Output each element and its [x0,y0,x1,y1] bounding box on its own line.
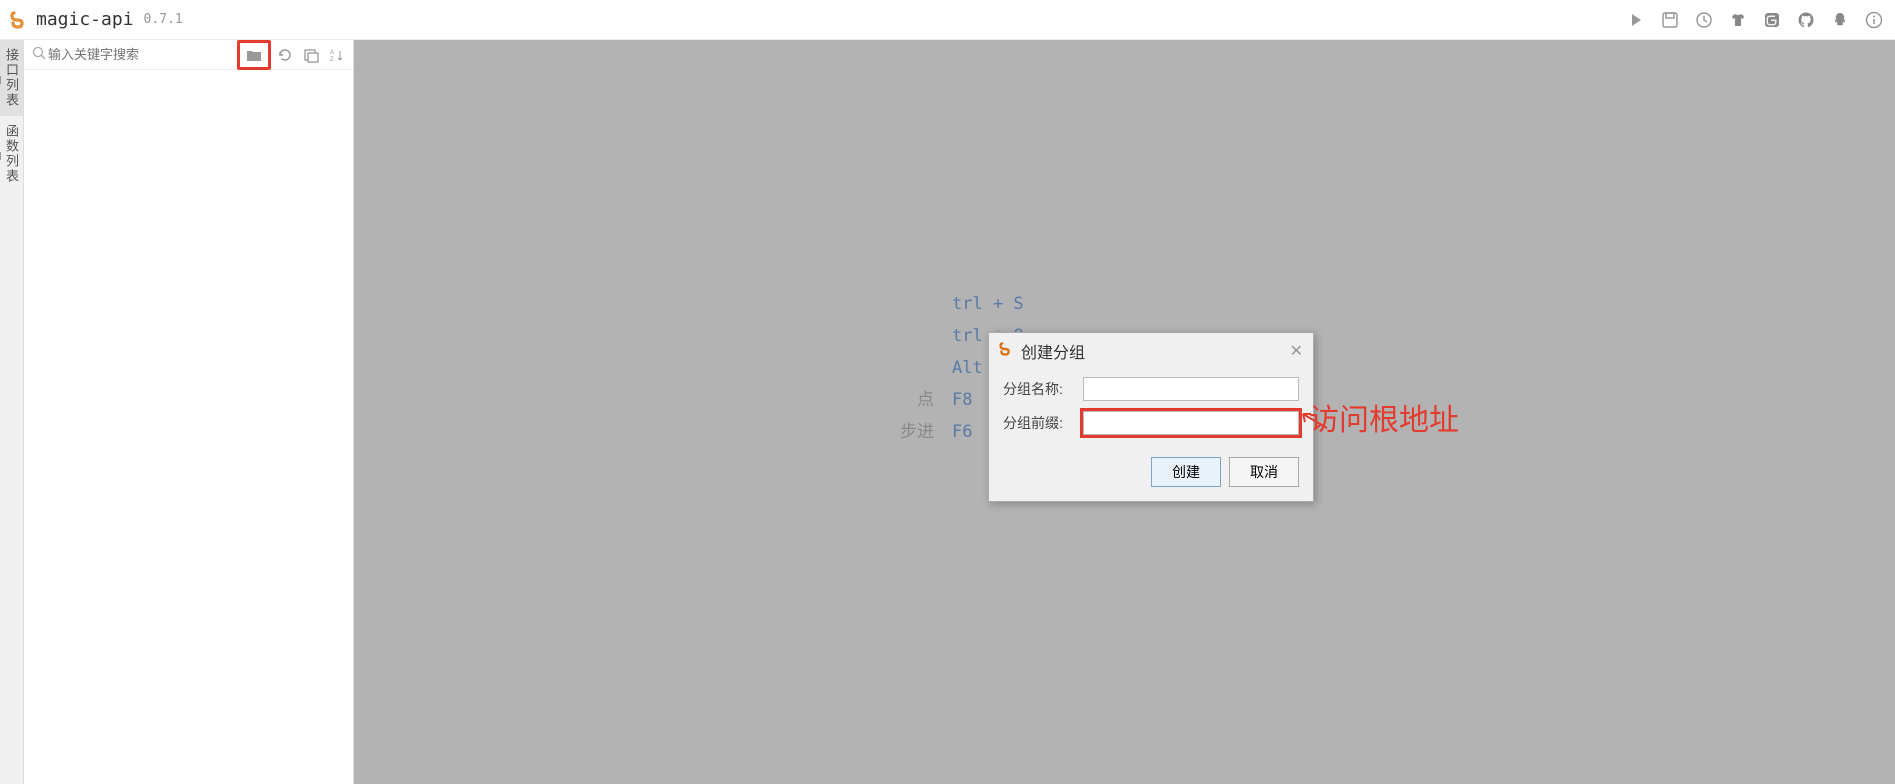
svg-text:Z: Z [330,57,334,62]
shortcut-row: trl + S [874,288,1024,320]
shortcut-key: F6 [952,416,972,448]
header-left: magic-api 0.7.1 [10,9,183,30]
dialog-titlebar: 创建分组 ✕ [989,333,1313,369]
dialog-title-left: 创建分组 [999,339,1085,363]
sidebar-tree [24,70,353,784]
group-name-input[interactable] [1083,377,1299,401]
dialog-actions: 创建 取消 [989,457,1313,501]
folder-icon [0,73,2,88]
left-vertical-tabs: 接口列表 函数列表 [0,40,24,784]
history-icon[interactable] [1693,9,1715,31]
app-version: 0.7.1 [144,12,183,27]
refresh-button[interactable] [273,43,297,67]
app-logo-icon [10,10,30,30]
folder-icon [0,149,2,164]
create-button[interactable]: 创建 [1151,457,1221,487]
github-icon[interactable] [1795,9,1817,31]
qq-icon[interactable] [1829,9,1851,31]
tab-function-list-label: 函数列表 [2,124,21,184]
tab-api-list[interactable]: 接口列表 [0,40,23,116]
search-wrap [28,46,235,63]
shirt-icon[interactable] [1727,9,1749,31]
shortcut-label [874,288,934,320]
create-group-dialog: 创建分组 ✕ 分组名称: 分组前缀: 创建 取消 [988,332,1314,502]
shortcut-label: 步进 [874,416,934,448]
shortcut-label: 点 [874,384,934,416]
sidebar-toolbar: AZ [24,40,353,70]
shortcut-label [874,352,934,384]
annotation-text: 访问根地址 [1309,395,1459,439]
app-title: magic-api [36,9,134,30]
svg-text:A: A [330,50,334,56]
cancel-button[interactable]: 取消 [1229,457,1299,487]
collapse-button[interactable] [299,43,323,67]
search-icon [32,46,46,63]
shortcut-label [874,320,934,352]
search-input[interactable] [48,47,231,62]
dialog-body: 分组名称: 分组前缀: [989,369,1313,457]
group-prefix-input[interactable] [1083,411,1299,435]
dialog-title-text: 创建分组 [1021,339,1085,363]
new-folder-button[interactable] [237,40,271,70]
dialog-logo-icon [999,341,1015,362]
group-name-label: 分组名称: [1003,379,1083,399]
app-header: magic-api 0.7.1 [0,0,1895,40]
dialog-close-button[interactable]: ✕ [1290,341,1303,361]
form-row-name: 分组名称: [1003,377,1299,401]
header-right [1625,9,1885,31]
shortcut-key: F8 [952,384,972,416]
group-prefix-label: 分组前缀: [1003,413,1083,433]
run-icon[interactable] [1625,9,1647,31]
tab-api-list-label: 接口列表 [2,48,21,108]
tab-function-list[interactable]: 函数列表 [0,116,23,192]
sort-button[interactable]: AZ [325,43,349,67]
editor-area: trl + S trl + Q Alt + / 点 F8 步进 F6 [354,40,1895,784]
annotation-label: 访问根地址 [1309,395,1459,439]
info-icon[interactable] [1863,9,1885,31]
shortcut-key: trl + S [952,288,1024,320]
main-layout: 接口列表 函数列表 [0,40,1895,784]
gitee-icon[interactable] [1761,9,1783,31]
sidebar: AZ [24,40,354,784]
save-icon[interactable] [1659,9,1681,31]
form-row-prefix: 分组前缀: [1003,411,1299,435]
